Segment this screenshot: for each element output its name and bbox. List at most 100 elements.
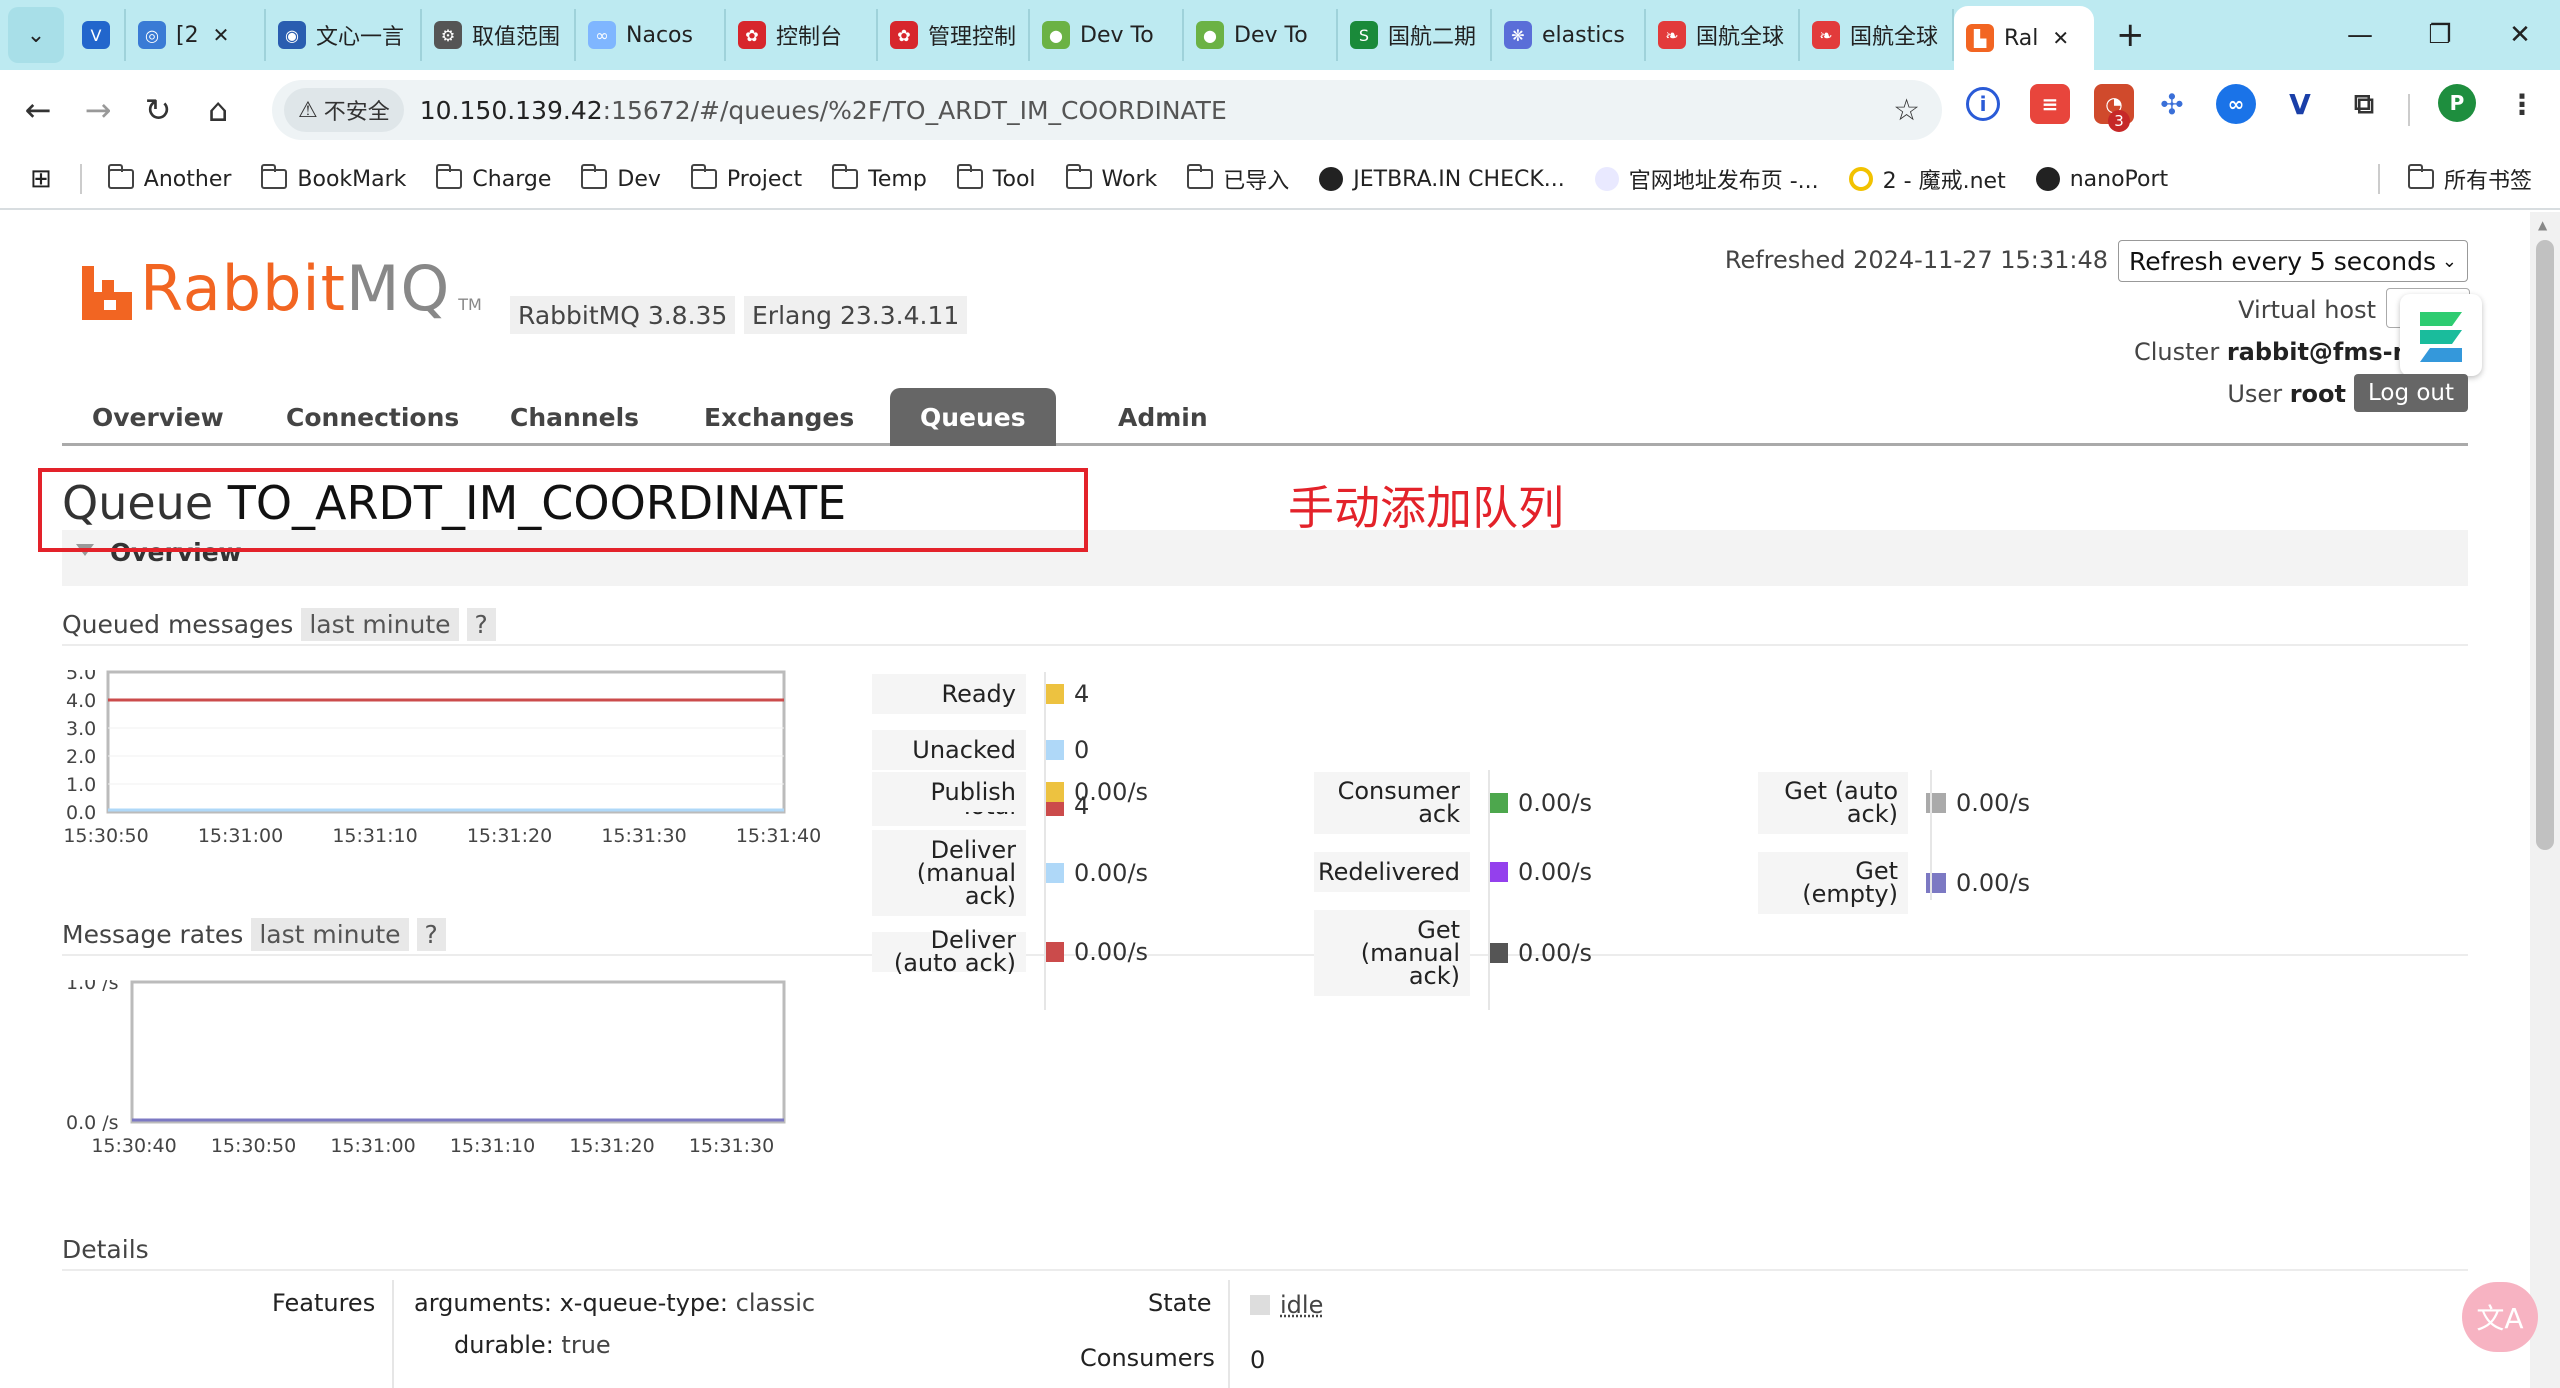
tab-search-button[interactable]: ⌄: [8, 7, 64, 63]
more-menu-icon[interactable]: ⋮: [2502, 84, 2542, 124]
bookmark-item[interactable]: BookMark: [261, 164, 406, 192]
url-text[interactable]: 10.150.139.42:15672/#/queues/%2F/TO_ARDT…: [420, 96, 1227, 125]
reload-button[interactable]: ↻: [128, 80, 188, 140]
bookmark-item[interactable]: nanoPort: [2035, 167, 2168, 192]
floating-app-icon[interactable]: [2400, 294, 2482, 376]
address-bar[interactable]: ⚠ 不安全 10.150.139.42:15672/#/queues/%2F/T…: [272, 80, 1942, 140]
scrollbar-thumb[interactable]: [2536, 240, 2554, 850]
profile-avatar[interactable]: P: [2438, 84, 2476, 122]
browser-tab[interactable]: ❧ 国航全球: [1646, 9, 1800, 61]
queue-type-value: classic: [735, 1289, 816, 1317]
browser-tab[interactable]: ● Dev To: [1030, 9, 1184, 61]
refresh-interval-select[interactable]: Refresh every 5 seconds ⌄: [2118, 240, 2468, 282]
new-tab-button[interactable]: +: [2094, 15, 2167, 55]
bookmark-item[interactable]: Dev: [581, 164, 661, 192]
browser-tab[interactable]: ✿ 管理控制: [878, 9, 1030, 61]
forward-button[interactable]: →: [68, 80, 128, 140]
tab-title: elastics: [1542, 22, 1625, 48]
puzzle-icon[interactable]: ⧉: [2344, 84, 2384, 124]
scroll-up-icon[interactable]: ▲: [2538, 218, 2547, 232]
maximize-button[interactable]: ❐: [2400, 0, 2480, 70]
browser-tab[interactable]: ● Dev To: [1184, 9, 1338, 61]
tab-favicon-icon: S: [1350, 21, 1378, 49]
message-rates-chart: 0.0 /s 1.0 /s 15:30:40 15:30:50 15:31:00 15:3…: [56, 972, 856, 1164]
bookmark-item[interactable]: Work: [1065, 164, 1157, 192]
bookmark-item[interactable]: 2 - 魔戒.net: [1848, 163, 2006, 195]
rabbitmq-page: RabbitMQ TM RabbitMQ 3.8.35 Erlang 23.3.…: [0, 212, 2530, 1388]
arrow-right-icon: →: [84, 91, 112, 129]
bookmark-item[interactable]: JETBRA.IN CHECK...: [1319, 167, 1565, 192]
bookmark-label: Project: [726, 166, 803, 192]
reader-extension-icon[interactable]: ≡: [2030, 84, 2070, 124]
details-label: Details: [62, 1235, 149, 1264]
stat-value: 0.00/s: [1488, 910, 1592, 996]
features-label: Features: [272, 1289, 376, 1317]
bookmark-item[interactable]: 官网地址发布页 -...: [1594, 163, 1819, 195]
stat-value: 0.00/s: [1926, 852, 2030, 914]
stat-row: Consumer ack 0.00/s: [1314, 772, 1592, 834]
browser-tab[interactable]: ⚙ 取值范围: [422, 9, 576, 61]
bookmark-item[interactable]: Project: [690, 164, 803, 192]
legend-swatch: [1926, 873, 1946, 893]
queued-help-button[interactable]: ?: [466, 608, 496, 641]
graph-extension-icon[interactable]: ✣: [2152, 84, 2192, 124]
password-manager-icon[interactable]: i: [1966, 87, 2000, 121]
nav-tab-channels[interactable]: Channels: [480, 388, 669, 446]
stat-value: 0: [1044, 730, 1089, 770]
tab-favicon-icon: ●: [1042, 21, 1070, 49]
nav-tab-connections[interactable]: Connections: [256, 388, 489, 446]
bookmark-item[interactable]: 已导入: [1187, 163, 1289, 195]
browser-tab[interactable]: ▙ Ral ✕: [1954, 6, 2094, 70]
browser-tab[interactable]: ◎ [2 ✕: [126, 9, 266, 61]
close-tab-icon[interactable]: ✕: [213, 23, 230, 47]
bookmark-label: 官网地址发布页 -...: [1628, 169, 1819, 194]
tab-title: 文心一言: [316, 25, 405, 50]
nav-tab-exchanges[interactable]: Exchanges: [674, 388, 884, 446]
bookmark-item[interactable]: Temp: [832, 164, 927, 192]
rates-range-selector[interactable]: last minute: [251, 918, 409, 951]
home-icon: ⌂: [207, 91, 229, 129]
security-indicator[interactable]: ⚠ 不安全: [284, 88, 404, 132]
legend-swatch: [1488, 862, 1508, 882]
x-tick-label: 15:31:20: [569, 1135, 654, 1157]
x-tick-label: 15:30:50: [211, 1135, 296, 1157]
bookmark-item[interactable]: Charge: [436, 164, 551, 192]
rates-help-button[interactable]: ?: [416, 918, 446, 951]
browser-tab[interactable]: ❋ elastics: [1492, 9, 1646, 61]
browser-tab[interactable]: S 国航二期: [1338, 9, 1492, 61]
stat-label: Get (empty): [1758, 852, 1908, 914]
back-button[interactable]: ←: [8, 80, 68, 140]
bookmark-item[interactable]: Tool: [956, 164, 1036, 192]
stat-value-text: 0.00/s: [1518, 789, 1593, 817]
apps-grid-icon[interactable]: ⊞: [30, 164, 52, 194]
browser-tab[interactable]: V: [70, 9, 126, 61]
queued-range-selector[interactable]: last minute: [301, 608, 459, 641]
rabbitmq-logo[interactable]: RabbitMQ TM: [82, 258, 482, 320]
close-tab-icon[interactable]: ✕: [2052, 26, 2069, 50]
browser-tab[interactable]: ✿ 控制台: [726, 9, 878, 61]
translate-icon[interactable]: 文A: [2462, 1282, 2538, 1352]
folder-icon: [261, 164, 288, 189]
nav-tab-queues[interactable]: Queues: [890, 388, 1056, 446]
stat-value: 0.00/s: [1926, 772, 2030, 834]
sync-extension-icon[interactable]: ∞: [2216, 84, 2256, 124]
bookmark-label: Dev: [617, 166, 661, 192]
vue-extension-icon[interactable]: V: [2280, 84, 2320, 124]
bookmark-star-icon[interactable]: ☆: [1893, 93, 1920, 128]
bookmark-item[interactable]: Another: [107, 164, 231, 192]
browser-tab[interactable]: ∞ Nacos: [576, 9, 726, 61]
queue-type-key: x-queue-type:: [559, 1289, 729, 1317]
page-scrollbar[interactable]: ▲: [2530, 212, 2560, 1388]
nav-tab-admin[interactable]: Admin: [1088, 388, 1238, 446]
bookmark-label: Tool: [992, 166, 1036, 192]
browser-tab[interactable]: ◉ 文心一言: [266, 9, 422, 61]
browser-tab[interactable]: ❧ 国航全球: [1800, 9, 1954, 61]
minimize-button[interactable]: —: [2320, 0, 2400, 70]
home-button[interactable]: ⌂: [188, 80, 248, 140]
plot-frame: [106, 670, 786, 814]
all-bookmarks-label: 所有书签: [2444, 169, 2533, 194]
nav-tab-overview[interactable]: Overview: [62, 388, 254, 446]
close-window-button[interactable]: ✕: [2480, 0, 2560, 70]
all-bookmarks[interactable]: 所有书签: [2408, 163, 2532, 195]
folder-icon: [581, 164, 608, 189]
